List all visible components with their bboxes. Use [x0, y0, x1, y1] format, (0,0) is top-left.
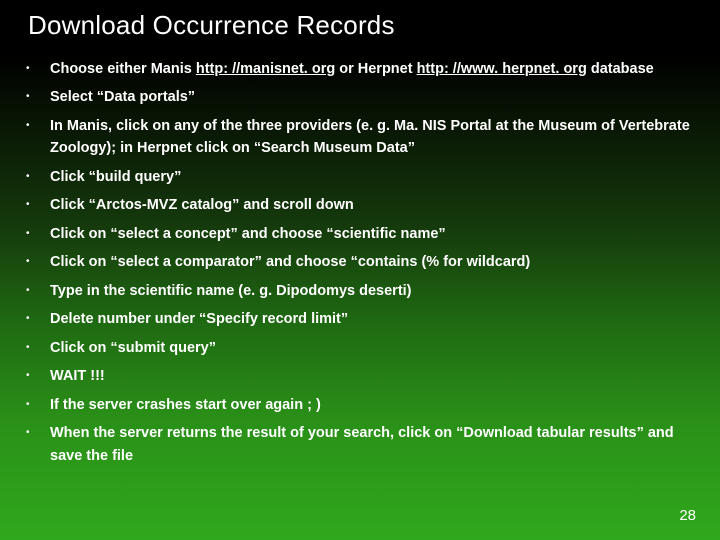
- link-herpnet[interactable]: http: //www. herpnet. org: [417, 61, 587, 77]
- slide-title: Download Occurrence Records: [28, 10, 395, 41]
- text: Delete number under “Specify record limi…: [50, 311, 348, 327]
- bullet-list: Choose either Manis http: //manisnet. or…: [20, 58, 690, 467]
- text: Click on “select a comparator” and choos…: [50, 254, 530, 270]
- list-item: In Manis, click on any of the three prov…: [20, 115, 690, 160]
- text: Type in the scientific name (e. g. Dipod…: [50, 283, 412, 299]
- list-item: Click “Arctos-MVZ catalog” and scroll do…: [20, 194, 690, 216]
- list-item: Choose either Manis http: //manisnet. or…: [20, 58, 690, 80]
- link-manis[interactable]: http: //manisnet. org: [196, 61, 335, 77]
- list-item: Click “build query”: [20, 166, 690, 188]
- text: Click “Arctos-MVZ catalog” and scroll do…: [50, 197, 354, 213]
- text: Select “Data portals”: [50, 89, 195, 105]
- text: or Herpnet: [335, 61, 416, 77]
- list-item: If the server crashes start over again ;…: [20, 394, 690, 416]
- list-item: Type in the scientific name (e. g. Dipod…: [20, 280, 690, 302]
- list-item: WAIT !!!: [20, 365, 690, 387]
- slide: Download Occurrence Records Choose eithe…: [0, 0, 720, 540]
- text: Click on “submit query”: [50, 340, 216, 356]
- text: database: [587, 61, 654, 77]
- text: In Manis, click on any of the three prov…: [50, 118, 690, 156]
- list-item: Delete number under “Specify record limi…: [20, 308, 690, 330]
- text: WAIT !!!: [50, 368, 105, 384]
- list-item: When the server returns the result of yo…: [20, 422, 690, 467]
- text: If the server crashes start over again ;…: [50, 397, 321, 413]
- text: Choose either Manis: [50, 61, 196, 77]
- list-item: Click on “select a concept” and choose “…: [20, 223, 690, 245]
- text: Click on “select a concept” and choose “…: [50, 226, 446, 242]
- text: When the server returns the result of yo…: [50, 425, 674, 463]
- page-number: 28: [679, 507, 696, 524]
- list-item: Select “Data portals”: [20, 86, 690, 108]
- list-item: Click on “submit query”: [20, 337, 690, 359]
- slide-body: Choose either Manis http: //manisnet. or…: [20, 58, 690, 473]
- text: Click “build query”: [50, 169, 181, 185]
- list-item: Click on “select a comparator” and choos…: [20, 251, 690, 273]
